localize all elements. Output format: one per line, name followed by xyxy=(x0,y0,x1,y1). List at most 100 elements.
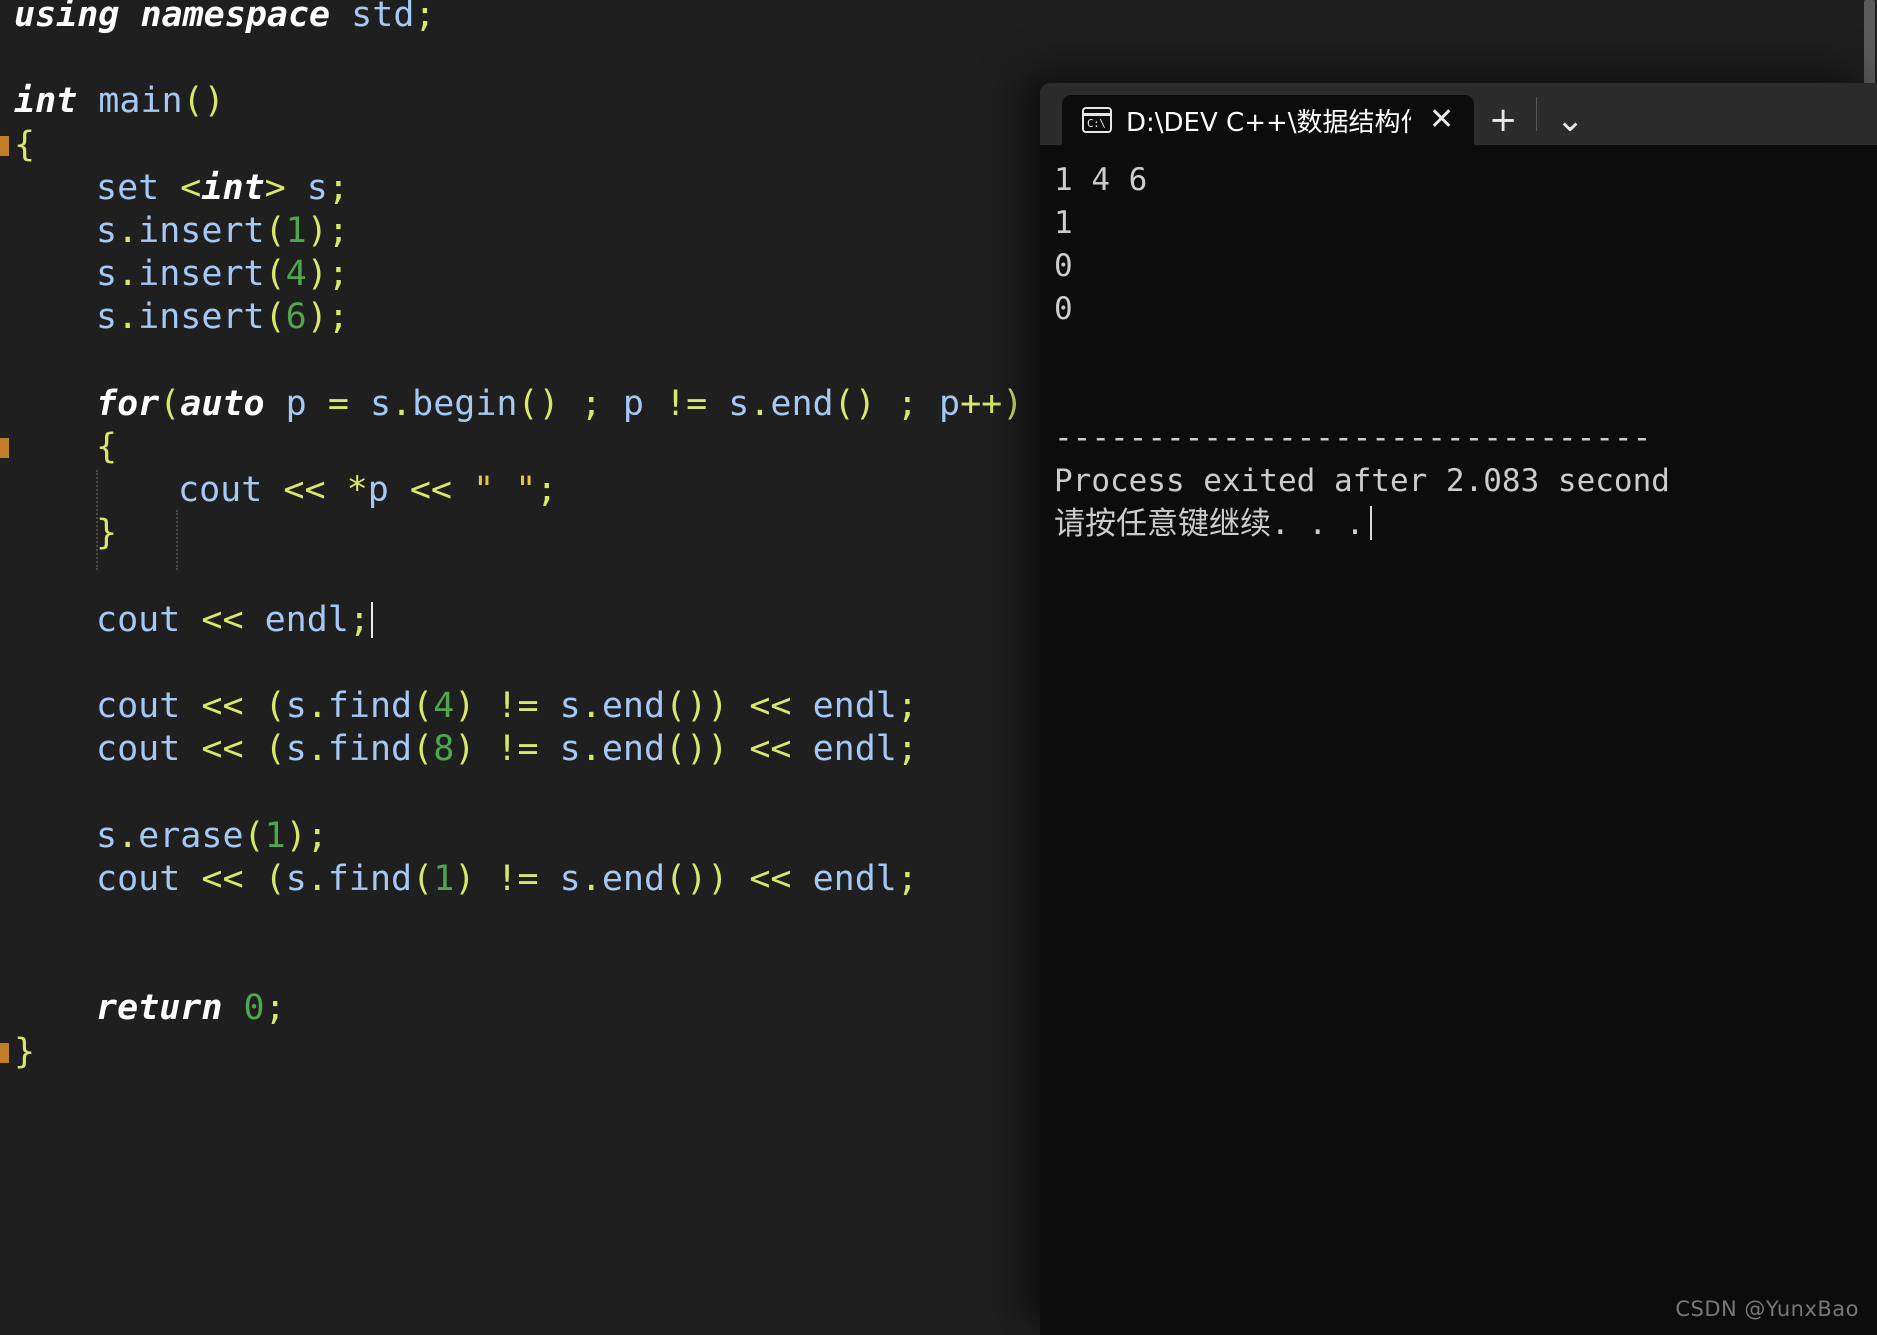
code-token: s xyxy=(285,858,307,899)
code-token: ; xyxy=(896,686,918,726)
code-token: cout xyxy=(178,470,263,511)
code-line-content: set <int> s; xyxy=(96,168,349,208)
code-token: int xyxy=(201,167,265,208)
code-line[interactable] xyxy=(0,944,1023,987)
code-fold-marker[interactable] xyxy=(0,135,9,156)
chevron-down-icon[interactable]: ⌄ xyxy=(1541,95,1599,145)
code-line[interactable]: cout << (s.find(4) != s.end()) << endl; xyxy=(0,685,1023,728)
code-line-content: { xyxy=(14,125,35,165)
code-line[interactable]: cout << (s.find(1) != s.end()) << endl; xyxy=(0,858,1023,901)
code-line[interactable]: using namespace std; xyxy=(0,0,1023,37)
code-line[interactable] xyxy=(0,771,1023,814)
code-token: std xyxy=(351,0,415,35)
code-token: ; xyxy=(348,599,370,640)
code-token: . xyxy=(580,858,602,899)
code-token: s xyxy=(96,254,118,295)
code-line[interactable] xyxy=(0,555,1023,598)
code-line[interactable] xyxy=(0,642,1023,685)
code-line[interactable]: cout << (s.find(8) != s.end()) << endl; xyxy=(0,728,1023,771)
code-token: end xyxy=(601,729,666,770)
code-line[interactable]: cout << *p << " "; xyxy=(0,469,1023,512)
code-token: erase xyxy=(138,815,244,856)
editor-scrollbar-thumb[interactable] xyxy=(1864,0,1875,92)
code-token: << xyxy=(201,858,244,899)
text-cursor xyxy=(370,601,373,638)
code-token: int xyxy=(14,81,78,122)
code-token: . xyxy=(117,297,139,338)
code-line[interactable]: int main() xyxy=(0,80,1023,123)
code-token: } xyxy=(14,1031,36,1072)
code-token: << xyxy=(201,599,244,640)
code-token: ( xyxy=(264,686,286,726)
code-token: return xyxy=(96,988,223,1029)
code-token: ; xyxy=(896,858,918,899)
code-token: ( xyxy=(412,858,434,899)
terminal-output-area[interactable]: 1 4 6 1 0 0 --------------------------------… xyxy=(1040,145,1877,1335)
code-token: endl xyxy=(812,858,897,899)
code-line-content: { xyxy=(96,427,117,467)
terminal-output-line: 1 4 6 xyxy=(1054,162,1148,198)
code-line[interactable]: s.insert(4); xyxy=(0,253,1023,296)
code-token: . xyxy=(117,254,139,295)
close-icon[interactable]: ✕ xyxy=(1425,105,1458,135)
code-line[interactable]: s.insert(6); xyxy=(0,296,1023,339)
code-line-content: using namespace std; xyxy=(14,0,435,35)
terminal-tab[interactable]: C:\ D:\DEV C++\数据结构作业\图 ✕ xyxy=(1062,95,1475,145)
terminal-window[interactable]: C:\ D:\DEV C++\数据结构作业\图 ✕ + ⌄ 1 4 6 1 0 0 --… xyxy=(1040,83,1877,1335)
code-token: s xyxy=(707,383,750,424)
watermark: CSDN @YunxBao xyxy=(1675,1297,1859,1321)
code-line[interactable]: for(auto p = s.begin() ; p != s.end() ; … xyxy=(0,383,1023,426)
code-line[interactable]: set <int> s; xyxy=(0,167,1023,210)
code-line[interactable] xyxy=(0,901,1023,944)
tabbar-divider xyxy=(1536,97,1538,131)
code-line[interactable]: s.erase(1); xyxy=(0,815,1023,858)
code-line[interactable]: } xyxy=(0,1031,1023,1074)
code-token: endl xyxy=(264,599,349,640)
code-line[interactable]: s.insert(1); xyxy=(0,210,1023,253)
code-token: ( xyxy=(264,254,286,295)
code-fold-marker[interactable] xyxy=(0,437,9,458)
code-token: ; xyxy=(327,167,349,208)
code-token: p xyxy=(917,383,961,424)
code-line[interactable]: } xyxy=(0,512,1023,555)
code-line[interactable]: { xyxy=(0,124,1023,167)
code-line-content: s.insert(6); xyxy=(96,297,349,337)
code-token: insert xyxy=(138,210,265,251)
code-line-content: for(auto p = s.begin() ; p != s.end() ; … xyxy=(96,384,1023,424)
code-line[interactable] xyxy=(0,340,1023,383)
code-line[interactable]: { xyxy=(0,426,1023,469)
code-surface[interactable]: using namespace std; int main(){set <int>… xyxy=(0,0,1040,1283)
code-token: > xyxy=(264,167,286,208)
code-token: . xyxy=(306,858,328,899)
code-token: . xyxy=(580,686,602,726)
code-token: find xyxy=(327,686,413,726)
code-token: ) xyxy=(285,815,307,856)
code-token: end xyxy=(601,858,666,899)
code-token: != xyxy=(496,858,539,899)
code-token: p xyxy=(264,383,328,424)
code-line[interactable]: return 0; xyxy=(0,987,1023,1030)
code-line[interactable]: cout << endl; xyxy=(0,599,1023,642)
code-line[interactable] xyxy=(0,37,1023,80)
console-icon-label: C:\ xyxy=(1087,117,1106,130)
code-token: != xyxy=(496,729,539,770)
code-token: ) xyxy=(306,254,328,295)
code-token: " " xyxy=(473,470,537,511)
terminal-titlebar[interactable]: C:\ D:\DEV C++\数据结构作业\图 ✕ + ⌄ xyxy=(1040,83,1877,145)
code-token: ; xyxy=(327,297,349,338)
code-fold-marker[interactable] xyxy=(0,1042,9,1063)
new-tab-button[interactable]: + xyxy=(1474,95,1532,145)
